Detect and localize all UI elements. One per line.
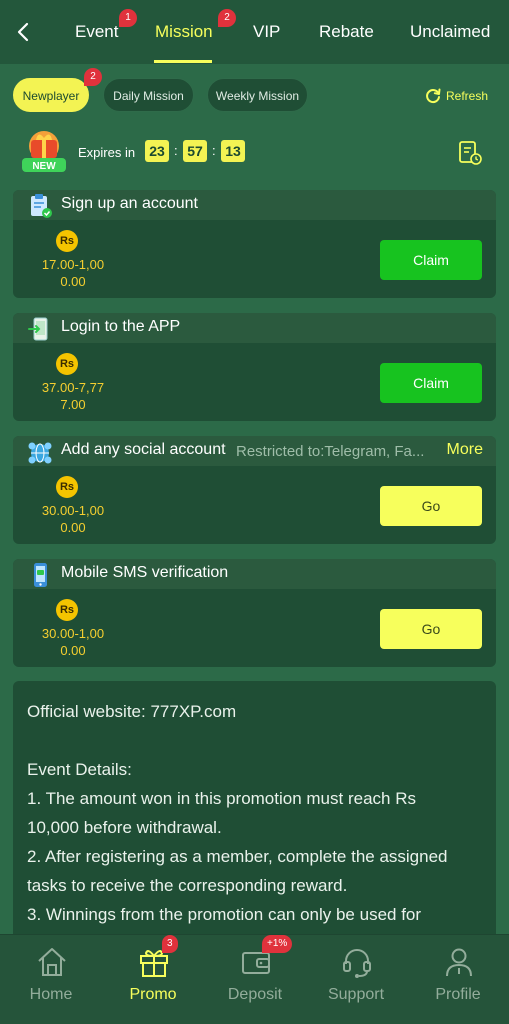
restriction-text: Restricted to:Telegram, Fa...	[236, 443, 425, 460]
reward-amount-line2: 7.00	[60, 397, 86, 412]
active-tab-indicator	[154, 60, 212, 63]
reward-amount-line2: 0.00	[60, 520, 86, 535]
user-icon	[446, 948, 472, 977]
headset-icon	[343, 949, 371, 978]
back-arrow-icon[interactable]	[12, 20, 36, 44]
nav-home-label: Home	[29, 986, 73, 1003]
timer-hours: 23	[145, 140, 169, 162]
subtab-weekly-mission[interactable]: Weekly Mission	[207, 78, 308, 112]
claim-button[interactable]: Claim	[380, 363, 482, 403]
timer-minutes: 57	[183, 140, 207, 162]
promo-badge: 3	[162, 935, 178, 953]
top-nav: Event 1 Mission 2 VIP Rebate Unclaimed	[0, 0, 509, 64]
reward-amount-line1: 30.00-1,00	[41, 626, 105, 641]
task-card-header: Sign up an account	[13, 190, 496, 220]
task-card-sms: Mobile SMS verification Rs 30.00-1,00 0.…	[13, 559, 496, 667]
phone-login-icon	[28, 317, 48, 341]
rupee-coin-icon: Rs	[56, 230, 78, 252]
timer-colon: :	[212, 143, 216, 158]
refresh-label: Refresh	[446, 89, 489, 103]
tab-unclaimed[interactable]: Unclaimed	[410, 22, 490, 42]
reward-amount-line1: 17.00-1,00	[41, 257, 105, 272]
mobile-sms-icon	[34, 563, 47, 587]
details-line: 3. Winnings from the promotion can only …	[27, 905, 422, 924]
go-button[interactable]: Go	[380, 609, 482, 649]
mission-badge: 2	[218, 9, 236, 27]
timer-seconds: 13	[221, 140, 245, 162]
refresh-button[interactable]: Refresh	[424, 87, 488, 105]
nav-profile-label: Profile	[435, 986, 481, 1003]
details-line: 10,000 before withdrawal.	[27, 818, 222, 837]
history-doc-icon[interactable]	[458, 140, 482, 166]
newplayer-badge: 2	[84, 68, 102, 86]
social-globe-icon	[28, 442, 52, 464]
nav-deposit-label: Deposit	[227, 986, 283, 1003]
new-label: NEW	[32, 161, 56, 172]
details-line: 1. The amount won in this promotion must…	[27, 789, 416, 808]
task-card-signup: Sign up an account Rs 17.00-1,00 0.00 Cl…	[13, 190, 496, 298]
refresh-icon	[426, 88, 441, 104]
more-link[interactable]: More	[447, 441, 483, 459]
task-card-social: Add any social account Restricted to:Tel…	[13, 436, 496, 544]
task-card-login: Login to the APP Rs 37.00-7,77 7.00 Clai…	[13, 313, 496, 421]
bottom-nav: Home 3 Promo +1% Deposit Support Profile	[0, 934, 509, 1024]
deposit-bonus-badge: +1%	[262, 935, 293, 953]
subtab-newplayer[interactable]: Newplayer	[13, 78, 89, 112]
subtab-daily-mission[interactable]: Daily Mission	[103, 78, 194, 112]
official-website-text: Official website: 777XP.com	[27, 702, 237, 721]
task-card-header: Mobile SMS verification	[13, 559, 496, 589]
rupee-coin-icon: Rs	[56, 476, 78, 498]
expires-label: Expires in	[78, 145, 136, 160]
nav-promo[interactable]: 3 Promo	[103, 935, 203, 1024]
details-line: 2. After registering as a member, comple…	[27, 847, 448, 866]
new-gift-icon: NEW	[22, 131, 66, 172]
tab-vip[interactable]: VIP	[253, 22, 280, 42]
tab-event[interactable]: Event	[75, 22, 118, 42]
task-title: Mobile SMS verification	[61, 564, 229, 581]
timer-colon: :	[174, 143, 178, 158]
nav-home[interactable]: Home	[1, 935, 101, 1024]
nav-promo-label: Promo	[129, 986, 177, 1003]
claim-button[interactable]: Claim	[380, 240, 482, 280]
rupee-coin-icon: Rs	[56, 353, 78, 375]
nav-deposit[interactable]: +1% Deposit	[205, 935, 305, 1024]
go-button[interactable]: Go	[380, 486, 482, 526]
task-title: Login to the APP	[61, 318, 181, 335]
task-card-header: Login to the APP	[13, 313, 496, 343]
details-heading: Event Details:	[27, 760, 132, 779]
details-line: tasks to receive the corresponding rewar…	[27, 876, 348, 895]
event-details-panel: Official website: 777XP.com Event Detail…	[13, 681, 496, 941]
reward-amount-line2: 0.00	[60, 274, 86, 289]
nav-support-label: Support	[327, 986, 385, 1003]
nav-profile[interactable]: Profile	[408, 935, 508, 1024]
tab-mission[interactable]: Mission	[155, 22, 213, 42]
task-title: Sign up an account	[61, 195, 198, 212]
reward-amount-line1: 37.00-7,77	[41, 380, 105, 395]
tab-rebate[interactable]: Rebate	[319, 22, 374, 42]
clipboard-icon	[31, 194, 52, 218]
nav-support[interactable]: Support	[306, 935, 406, 1024]
home-icon	[38, 948, 66, 976]
task-card-header: Add any social account Restricted to:Tel…	[13, 436, 496, 466]
reward-amount-line2: 0.00	[60, 643, 86, 658]
task-title: Add any social account	[61, 441, 226, 458]
event-badge: 1	[119, 9, 137, 27]
reward-amount-line1: 30.00-1,00	[41, 503, 105, 518]
rupee-coin-icon: Rs	[56, 599, 78, 621]
